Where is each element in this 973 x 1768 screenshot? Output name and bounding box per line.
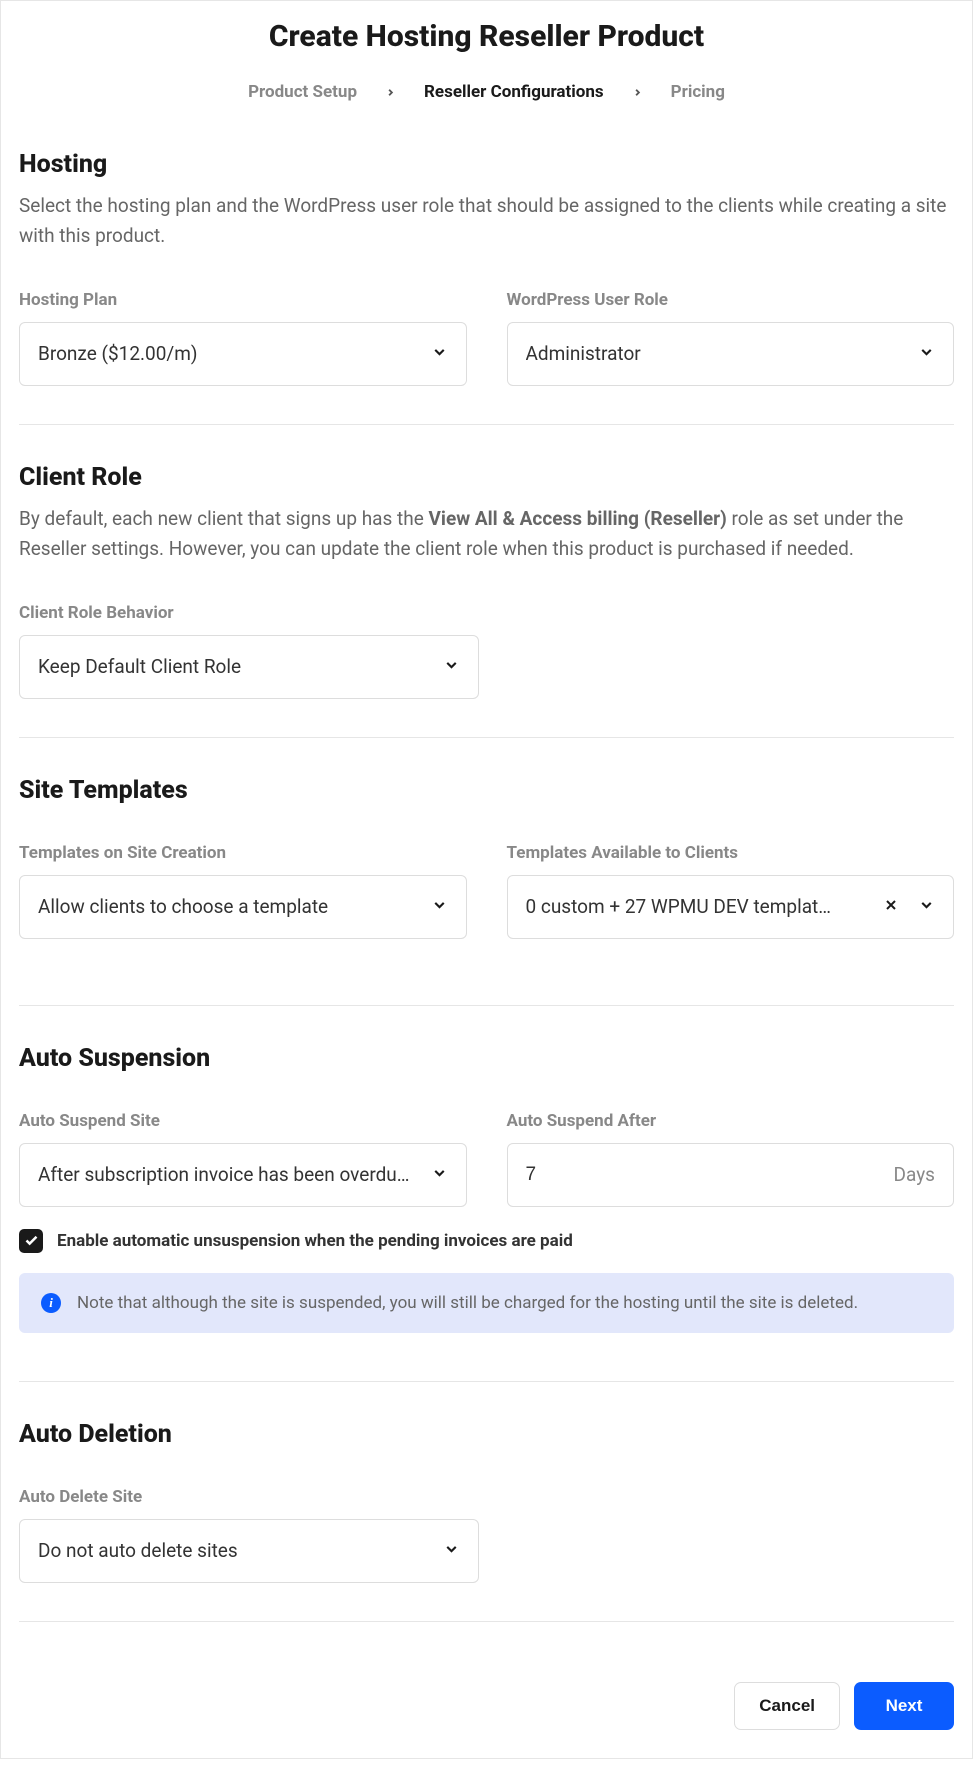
chevron-down-icon [443, 656, 460, 677]
section-divider [19, 424, 954, 425]
auto-suspend-after-label: Auto Suspend After [507, 1111, 955, 1131]
breadcrumb-step-reseller-configurations[interactable]: Reseller Configurations [424, 82, 604, 102]
wp-user-role-label: WordPress User Role [507, 290, 955, 310]
breadcrumb-step-product-setup[interactable]: Product Setup [248, 82, 357, 102]
section-title-auto-deletion: Auto Deletion [19, 1420, 954, 1449]
client-role-behavior-value: Keep Default Client Role [38, 655, 241, 678]
chevron-down-icon [431, 1164, 448, 1185]
hosting-plan-value: Bronze ($12.00/m) [38, 342, 198, 365]
section-divider [19, 1621, 954, 1622]
section-title-auto-suspension: Auto Suspension [19, 1044, 954, 1073]
clear-icon[interactable] [883, 897, 899, 917]
templates-available-label: Templates Available to Clients [507, 843, 955, 863]
section-desc-hosting: Select the hosting plan and the WordPres… [19, 191, 954, 252]
form-actions: Cancel Next [1, 1660, 972, 1758]
chevron-down-icon [918, 343, 935, 364]
wp-user-role-select[interactable]: Administrator [507, 322, 955, 386]
chevron-down-icon [431, 896, 448, 917]
client-role-desc-prefix: By default, each new client that signs u… [19, 507, 429, 530]
section-divider [19, 1381, 954, 1382]
client-role-desc-bold: View All & Access billing (Reseller) [429, 507, 727, 530]
wp-user-role-value: Administrator [526, 342, 641, 365]
suspension-notice-text: Note that although the site is suspended… [77, 1293, 858, 1313]
auto-suspend-after-suffix: Days [894, 1163, 935, 1186]
auto-suspend-site-select[interactable]: After subscription invoice has been over… [19, 1143, 467, 1207]
hosting-plan-select[interactable]: Bronze ($12.00/m) [19, 322, 467, 386]
chevron-down-icon [918, 896, 935, 917]
templates-on-creation-label: Templates on Site Creation [19, 843, 467, 863]
client-role-behavior-select[interactable]: Keep Default Client Role [19, 635, 479, 699]
suspension-notice: i Note that although the site is suspend… [19, 1273, 954, 1333]
chevron-down-icon [443, 1540, 460, 1561]
templates-available-value: 0 custom + 27 WPMU DEV templat… [526, 895, 831, 918]
chevron-right-icon [632, 87, 643, 98]
auto-suspend-after-input-wrap: Days [507, 1143, 955, 1207]
section-title-site-templates: Site Templates [19, 776, 954, 805]
section-desc-client-role: By default, each new client that signs u… [19, 504, 954, 565]
hosting-plan-label: Hosting Plan [19, 290, 467, 310]
auto-suspend-site-label: Auto Suspend Site [19, 1111, 467, 1131]
page-title: Create Hosting Reseller Product [1, 19, 972, 54]
section-title-client-role: Client Role [19, 463, 954, 492]
info-icon: i [41, 1293, 61, 1313]
chevron-right-icon [385, 87, 396, 98]
auto-delete-site-label: Auto Delete Site [19, 1487, 479, 1507]
templates-on-creation-value: Allow clients to choose a template [38, 895, 328, 918]
section-divider [19, 1005, 954, 1006]
auto-unsuspend-checkbox[interactable] [19, 1229, 43, 1253]
templates-available-select[interactable]: 0 custom + 27 WPMU DEV templat… [507, 875, 955, 939]
auto-suspend-site-value: After subscription invoice has been over… [38, 1163, 409, 1186]
auto-delete-site-value: Do not auto delete sites [38, 1539, 238, 1562]
breadcrumb: Product Setup Reseller Configurations Pr… [1, 82, 972, 102]
section-divider [19, 737, 954, 738]
next-button[interactable]: Next [854, 1682, 954, 1730]
cancel-button[interactable]: Cancel [734, 1682, 840, 1730]
chevron-down-icon [431, 343, 448, 364]
auto-delete-site-select[interactable]: Do not auto delete sites [19, 1519, 479, 1583]
templates-on-creation-select[interactable]: Allow clients to choose a template [19, 875, 467, 939]
auto-suspend-after-input[interactable] [526, 1164, 894, 1186]
client-role-behavior-label: Client Role Behavior [19, 603, 479, 623]
section-title-hosting: Hosting [19, 150, 954, 179]
breadcrumb-step-pricing[interactable]: Pricing [671, 82, 725, 102]
auto-unsuspend-checkbox-label: Enable automatic unsuspension when the p… [57, 1231, 573, 1251]
